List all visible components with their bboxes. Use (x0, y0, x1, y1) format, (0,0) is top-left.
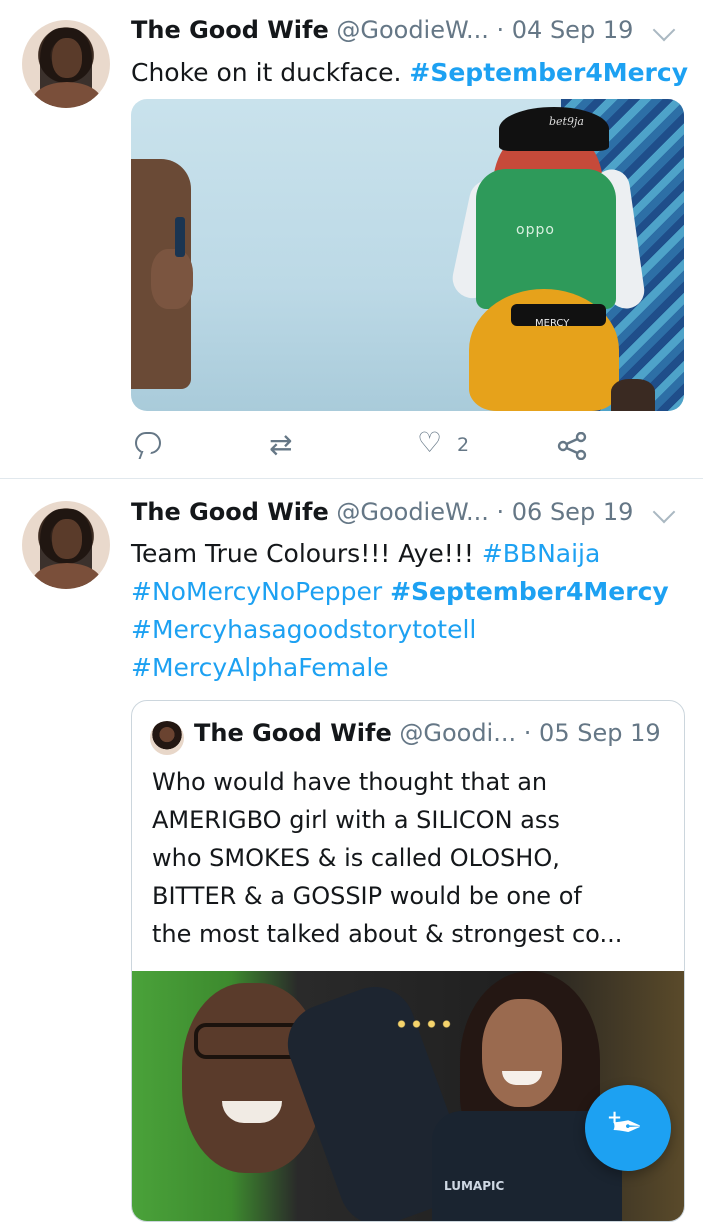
cap (499, 107, 609, 151)
tweet-media-image[interactable]: oppo bet9ja MERCY (131, 99, 684, 411)
background-person (611, 379, 655, 411)
separator-dot: · (496, 498, 505, 526)
avatar[interactable] (22, 20, 110, 108)
hashtag-link[interactable]: #NoMercyNoPepper (131, 577, 382, 606)
separator-dot: · (496, 16, 505, 44)
quoted-line-5: the most talked about & strongest co... (152, 920, 623, 948)
quoted-line-4: BITTER & a GOSSIP would be one of (152, 882, 582, 910)
belt-label: MERCY (535, 318, 570, 329)
hashtag-link[interactable]: #September4Mercy (390, 577, 669, 606)
jacket-logo: oppo (516, 222, 555, 238)
phone (175, 217, 185, 257)
quoted-text: Who would have thought that an AMERIGBO … (152, 763, 672, 953)
separator-dot: · (523, 719, 532, 747)
tweet-date[interactable]: 04 Sep 19 (512, 16, 634, 44)
author-handle[interactable]: @GoodieW... (336, 498, 489, 526)
chevron-down-icon[interactable] (652, 18, 676, 42)
woman-face (482, 999, 562, 1107)
avatar-face (52, 519, 82, 559)
stage-lights (394, 1019, 454, 1029)
heart-icon[interactable]: ♡ (417, 428, 442, 462)
tweet-header: The Good Wife @GoodieW... · 06 Sep 19 (131, 498, 633, 534)
quoted-line-2: AMERIGBO girl with a SILICON ass (152, 806, 560, 834)
quoted-line-3: who SMOKES & is called OLOSHO, (152, 844, 560, 872)
photographer-hand (151, 249, 193, 309)
tweet-text: Choke on it duckface. #September4Mercy (131, 54, 688, 92)
tweet-1[interactable]: The Good Wife @GoodieW... · 04 Sep 19 Ch… (0, 0, 703, 479)
reply-icon[interactable] (135, 432, 161, 454)
hashtag-link[interactable]: #MercyAlphaFemale (131, 653, 389, 682)
feather-quill-icon: ✒ (611, 1105, 643, 1149)
quoted-author-handle: @Goodi... (399, 719, 517, 747)
hashtag-link[interactable]: #Mercyhasagoodstorytotell (131, 615, 476, 644)
green-jacket (476, 169, 616, 309)
compose-tweet-button[interactable]: + ✒ (585, 1085, 671, 1171)
tweet-text-plain: Choke on it duckface. (131, 58, 402, 87)
hashtag-link[interactable]: #BBNaija (482, 539, 600, 568)
retweet-icon[interactable]: ⇄ (269, 430, 292, 464)
tweet-text: Team True Colours!!! Aye!!! #BBNaija #No… (131, 535, 691, 687)
tweet-line-3: #Mercyhasagoodstorytotell (131, 611, 691, 649)
tweet-header: The Good Wife @GoodieW... · 04 Sep 19 (131, 16, 633, 52)
quoted-date: 05 Sep 19 (539, 719, 661, 747)
quoted-line-1: Who would have thought that an (152, 768, 548, 796)
quoted-author-name: The Good Wife (194, 719, 392, 747)
chevron-down-icon[interactable] (652, 500, 676, 524)
tweet-line-4: #MercyAlphaFemale (131, 649, 691, 687)
cap-logo: bet9ja (549, 115, 584, 128)
avatar-face (52, 38, 82, 78)
quoted-avatar (150, 721, 184, 755)
shirt-logo: LUMAPIC (444, 1179, 505, 1193)
tweet-line-1: Team True Colours!!! Aye!!! #BBNaija (131, 535, 691, 573)
tweet-date[interactable]: 06 Sep 19 (512, 498, 634, 526)
author-handle[interactable]: @GoodieW... (336, 16, 489, 44)
share-icon[interactable] (557, 432, 587, 460)
tweet-actions: ⇄ ♡ 2 (131, 428, 691, 464)
hashtag-link[interactable]: #September4Mercy (409, 58, 688, 87)
avatar[interactable] (22, 501, 110, 589)
like-count: 2 (457, 434, 470, 456)
author-name[interactable]: The Good Wife (131, 498, 329, 526)
author-name[interactable]: The Good Wife (131, 16, 329, 44)
quoted-header: The Good Wife @Goodi... · 05 Sep 19 (194, 719, 661, 747)
tweet-line-2: #NoMercyNoPepper #September4Mercy (131, 573, 691, 611)
tweet-text-plain: Team True Colours!!! Aye!!! (131, 539, 474, 568)
